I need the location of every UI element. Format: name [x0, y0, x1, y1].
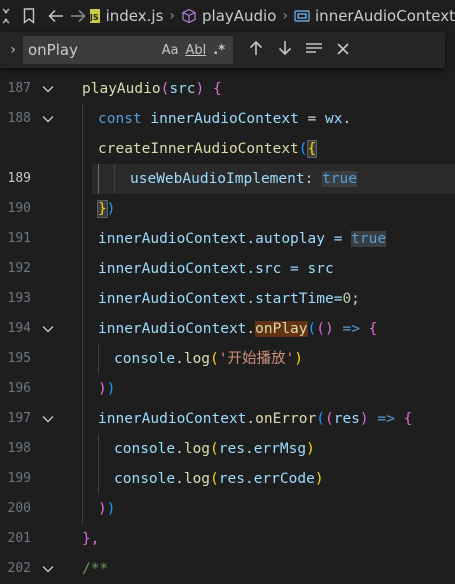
line-number: 201 [7, 531, 31, 546]
code-text: console.log(res.errCode) [114, 471, 324, 487]
indent-guide [82, 374, 83, 404]
indent-guide [82, 284, 83, 314]
line-number: 187 [7, 81, 31, 96]
line-number: 196 [7, 381, 31, 396]
indent-guide [98, 464, 99, 494]
code-line[interactable]: 190 }) [0, 194, 455, 224]
line-number: 191 [7, 231, 31, 246]
code-line[interactable]: 201 }, [0, 524, 455, 554]
variable-icon [294, 9, 310, 23]
indent-guide [82, 344, 83, 374]
regex-toggle[interactable]: .* [213, 43, 225, 58]
chevron-right-icon: › [282, 8, 289, 24]
line-number: 199 [7, 471, 31, 486]
indent-guide [82, 494, 83, 524]
code-text: const innerAudioContext = wx. [98, 111, 352, 127]
indent-guide [82, 164, 83, 194]
line-number: 195 [7, 351, 31, 366]
chevron-right-icon: › [169, 8, 175, 24]
code-text: innerAudioContext.autoplay = true [98, 231, 387, 247]
code-text: innerAudioContext.startTime=0; [98, 291, 360, 307]
code-text: }) [97, 200, 116, 218]
indent-guide [82, 104, 83, 134]
fold-chevron-icon[interactable] [38, 104, 58, 134]
indent-guide [82, 434, 83, 464]
code-text: )) [98, 501, 116, 517]
match-case-toggle[interactable]: Aa [162, 43, 179, 58]
indent-guide [82, 314, 83, 344]
code-line[interactable]: 193 innerAudioContext.startTime=0; [0, 284, 455, 314]
indent-guide [82, 134, 83, 164]
line-number: 202 [7, 561, 31, 576]
find-query[interactable]: onPlay [24, 41, 162, 59]
line-number: 200 [7, 501, 31, 516]
code-line[interactable]: 197 innerAudioContext.onError((res) => { [0, 404, 455, 434]
method-cube-icon [181, 8, 197, 24]
code-line[interactable]: 198 console.log(res.errMsg) [0, 434, 455, 464]
indent-guide [114, 164, 115, 194]
line-number: 198 [7, 441, 31, 456]
indent-guide [82, 224, 83, 254]
js-file-icon: JS [89, 9, 100, 23]
code-line[interactable]: createInnerAudioContext({ [0, 134, 455, 164]
find-widget: › onPlay Aa Abl .* [0, 32, 445, 68]
indent-guide [98, 434, 99, 464]
indent-guide [98, 344, 99, 374]
code-line[interactable]: 194 innerAudioContext.onPlay(() => { [0, 314, 455, 344]
code-text: innerAudioContext.onError((res) => { [98, 411, 413, 427]
fold-chevron-icon[interactable] [38, 314, 58, 344]
line-number: 192 [7, 261, 31, 276]
breadcrumb-method[interactable]: playAudio [202, 7, 276, 25]
line-number: 189 [7, 171, 31, 186]
code-text: console.log(res.errMsg) [114, 441, 315, 457]
code-text: innerAudioContext.src = src [98, 261, 334, 277]
explorer-toggle-icon[interactable] [0, 8, 16, 24]
find-input[interactable]: onPlay Aa Abl .* [23, 36, 233, 64]
code-line[interactable]: 192 innerAudioContext.src = src [0, 254, 455, 284]
back-arrow-icon[interactable] [48, 9, 64, 23]
code-text: innerAudioContext.onPlay(() => { [98, 321, 378, 337]
fold-chevron-icon[interactable] [38, 404, 58, 434]
close-icon[interactable] [328, 41, 357, 60]
line-number: 188 [7, 111, 31, 126]
indent-guide [82, 194, 83, 224]
forward-arrow-icon[interactable] [70, 9, 86, 23]
code-text: }, [82, 531, 100, 547]
breadcrumb-file[interactable]: index.js [106, 7, 164, 25]
code-text: )) [98, 381, 116, 397]
line-number: 197 [7, 411, 31, 426]
code-line[interactable]: 188 const innerAudioContext = wx. [0, 104, 455, 134]
code-text: console.log('开始播放') [114, 351, 303, 367]
whole-word-toggle[interactable]: Abl [185, 43, 206, 58]
indent-guide [82, 404, 83, 434]
indent-guide [98, 164, 99, 194]
previous-match-icon[interactable] [241, 40, 270, 60]
code-line[interactable]: 200 )) [0, 494, 455, 524]
code-text: useWebAudioImplement: true [130, 171, 357, 187]
line-number: 194 [7, 321, 31, 336]
code-line[interactable]: 196 )) [0, 374, 455, 404]
code-line[interactable]: 187 playAudio(src) { [0, 74, 455, 104]
next-match-icon[interactable] [270, 40, 299, 60]
find-in-selection-icon[interactable] [299, 41, 328, 60]
code-text: playAudio(src) { [82, 81, 222, 97]
fold-chevron-icon[interactable] [38, 554, 58, 584]
breadcrumb: JS index.js › playAudio › innerAudioCont… [0, 0, 455, 32]
code-line[interactable]: 191 innerAudioContext.autoplay = true [0, 224, 455, 254]
breadcrumb-property[interactable]: innerAudioContext [315, 7, 455, 25]
code-line[interactable]: 202 /** [0, 554, 455, 584]
code-text: /** [82, 561, 109, 577]
fold-chevron-icon[interactable] [38, 74, 58, 104]
indent-guide [82, 254, 83, 284]
line-number: 193 [7, 291, 31, 306]
indent-guide [82, 464, 83, 494]
bookmark-icon[interactable] [22, 8, 36, 24]
code-line[interactable]: 195 console.log('开始播放') [0, 344, 455, 374]
code-line[interactable]: 199 console.log(res.errCode) [0, 464, 455, 494]
toggle-replace-icon[interactable]: › [3, 42, 23, 58]
code-line[interactable]: useWebAudioImplement: true 189 [0, 164, 455, 194]
code-text: createInnerAudioContext({ [98, 140, 318, 158]
line-number: 190 [7, 201, 31, 216]
